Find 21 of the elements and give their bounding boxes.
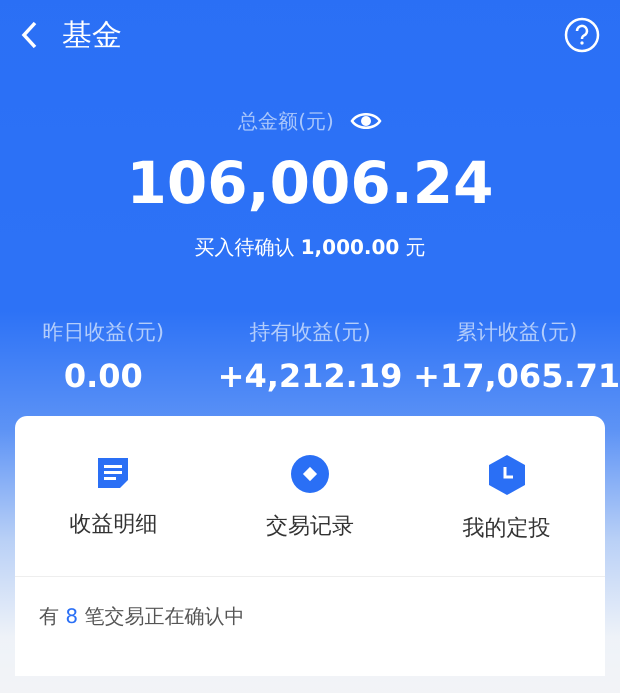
eye-icon[interactable] (350, 110, 382, 132)
pending-text: 买入待确认 1,000.00 元 (194, 234, 426, 259)
action-label[interactable]: 我的定投 (462, 512, 551, 546)
help-icon[interactable] (564, 17, 600, 53)
notice-prefix: 有 (39, 604, 59, 628)
notice-text: 笔交易正在确认中 (84, 604, 244, 628)
stat-value: +4,212.19 (218, 356, 402, 398)
back-icon[interactable] (20, 20, 38, 50)
stat-label: 累计收益(元) (456, 318, 578, 346)
action-label[interactable]: 收益明细 (69, 508, 158, 542)
pending-count: 8 (65, 604, 78, 628)
clock-icon (486, 454, 527, 496)
page-title: 基金 (62, 16, 122, 54)
total-amount: 106,006.24 (126, 152, 494, 216)
stat-value: +17,065.71 (413, 356, 620, 398)
stat-label: 昨日收益(元) (42, 318, 164, 346)
total-label: 总金额(元) (238, 108, 334, 135)
coin-icon (290, 454, 330, 494)
action-label[interactable]: 交易记录 (266, 510, 354, 544)
stat-label: 持有收益(元) (249, 318, 371, 346)
stat-value: 0.00 (64, 356, 143, 398)
